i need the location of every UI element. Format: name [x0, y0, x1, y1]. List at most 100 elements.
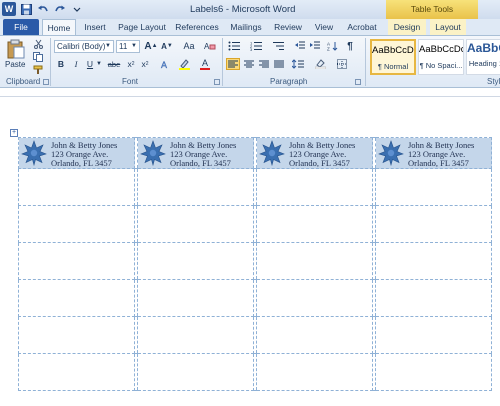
tab-acrobat[interactable]: Acrobat [344, 19, 380, 35]
document-area[interactable]: + John & Betty Jones 123 Orange Ave. Orl… [0, 88, 500, 406]
align-left-icon[interactable] [226, 58, 240, 70]
label-cell[interactable] [18, 353, 135, 391]
line-spacing-icon[interactable] [290, 58, 306, 70]
label-cell[interactable] [137, 205, 254, 243]
label-cell[interactable]: John & Betty Jones 123 Orange Ave. Orlan… [256, 137, 373, 169]
increase-indent-icon[interactable] [309, 40, 321, 52]
bold-button[interactable]: B [55, 58, 67, 70]
shrink-font-button[interactable]: A ▼ [160, 40, 174, 52]
label-cell[interactable] [18, 316, 135, 354]
borders-icon[interactable] [335, 58, 349, 70]
font-size-select[interactable]: 11 ▼ [116, 40, 140, 53]
change-case-button[interactable]: Aa [180, 40, 198, 52]
label-cell[interactable] [375, 242, 492, 280]
style-heading-1[interactable]: AaBbC Heading 1 [466, 39, 500, 75]
label-cell[interactable] [18, 205, 135, 243]
tab-references[interactable]: References [172, 19, 222, 35]
font-launcher-icon[interactable] [214, 79, 220, 85]
label-cell[interactable] [256, 242, 373, 280]
italic-button[interactable]: I [70, 58, 82, 70]
tab-review[interactable]: Review [272, 19, 304, 35]
tab-layout[interactable]: Layout [430, 19, 466, 35]
multilevel-list-icon[interactable] [270, 40, 286, 52]
tab-insert[interactable]: Insert [80, 19, 110, 35]
decrease-indent-icon[interactable] [294, 40, 306, 52]
align-right-icon[interactable] [257, 58, 271, 70]
label-cell[interactable] [256, 279, 373, 317]
group-divider [50, 38, 51, 86]
justify-icon[interactable] [272, 58, 286, 70]
clipboard-launcher-icon[interactable] [43, 79, 49, 85]
sort-icon[interactable]: AZ [326, 40, 338, 52]
table-row [18, 316, 492, 354]
label-cell[interactable] [256, 205, 373, 243]
subscript-button[interactable]: x2 [125, 58, 137, 70]
font-color-button[interactable]: A [198, 58, 212, 70]
tab-home[interactable]: Home [42, 19, 76, 35]
clear-formatting-icon[interactable]: A [203, 40, 217, 52]
text-effects-icon[interactable]: A [158, 58, 172, 70]
styles-group-label: Styl [487, 77, 500, 86]
cut-icon[interactable] [32, 38, 44, 50]
label-cell[interactable] [137, 242, 254, 280]
table-row [18, 168, 492, 206]
copy-icon[interactable] [32, 51, 44, 63]
label-cell[interactable] [18, 242, 135, 280]
style-no-spacing[interactable]: AaBbCcDc ¶ No Spaci... [418, 39, 464, 75]
table-move-handle-icon[interactable]: + [10, 129, 18, 137]
svg-text:3: 3 [250, 47, 253, 51]
label-cell[interactable] [18, 279, 135, 317]
tab-view[interactable]: View [310, 19, 338, 35]
tab-page-layout[interactable]: Page Layout [116, 19, 168, 35]
tab-file[interactable]: File [3, 19, 39, 35]
label-cell[interactable] [375, 279, 492, 317]
paragraph-launcher-icon[interactable] [355, 79, 361, 85]
bullets-icon[interactable] [226, 40, 242, 52]
label-cell[interactable] [137, 279, 254, 317]
label-cell[interactable] [256, 316, 373, 354]
label-cell[interactable]: John & Betty Jones 123 Orange Ave. Orlan… [18, 137, 135, 169]
label-cell[interactable] [256, 353, 373, 391]
tab-design[interactable]: Design [388, 19, 426, 35]
labels-table[interactable]: John & Betty Jones 123 Orange Ave. Orlan… [18, 137, 492, 391]
label-address: John & Betty Jones 123 Orange Ave. Orlan… [51, 141, 117, 168]
align-center-icon[interactable] [242, 58, 256, 70]
highlight-icon[interactable] [176, 58, 192, 70]
label-cell[interactable] [137, 316, 254, 354]
label-cell[interactable] [137, 353, 254, 391]
tab-mailings[interactable]: Mailings [226, 19, 266, 35]
clipboard-group-label: Clipboard [6, 77, 41, 86]
format-painter-icon[interactable] [32, 64, 44, 76]
label-cell[interactable]: John & Betty Jones 123 Orange Ave. Orlan… [137, 137, 254, 169]
underline-button[interactable]: U [84, 58, 96, 70]
paste-button[interactable]: Paste [4, 38, 28, 74]
word-app-icon[interactable]: W [2, 2, 16, 16]
label-cell[interactable] [375, 316, 492, 354]
style-normal[interactable]: AaBbCcDc ¶ Normal [370, 39, 416, 75]
star-icon [140, 140, 166, 166]
style-name: ¶ Normal [377, 62, 409, 71]
label-cell[interactable] [375, 168, 492, 206]
redo-icon[interactable] [53, 2, 67, 16]
shading-icon[interactable] [313, 58, 327, 70]
show-marks-button[interactable]: ¶ [344, 40, 356, 52]
undo-icon[interactable] [36, 2, 50, 16]
chevron-down-icon[interactable]: ▼ [96, 58, 102, 70]
label-cell[interactable] [375, 353, 492, 391]
table-row [18, 242, 492, 280]
strikethrough-button[interactable]: abe [106, 58, 122, 70]
grow-font-button[interactable]: A ▲ [144, 40, 158, 52]
font-family-select[interactable]: Calibri (Body) ▼ [54, 40, 114, 53]
numbering-icon[interactable]: 123 [248, 40, 264, 52]
label-cell[interactable]: John & Betty Jones 123 Orange Ave. Orlan… [375, 137, 492, 169]
label-cell[interactable] [137, 168, 254, 206]
superscript-button[interactable]: x2 [139, 58, 151, 70]
style-sample: AaBbCcDc [419, 44, 463, 55]
label-cell[interactable] [18, 168, 135, 206]
label-cell[interactable] [256, 168, 373, 206]
font-size-value: 11 [119, 42, 128, 51]
chevron-down-icon[interactable] [70, 2, 84, 16]
label-cell[interactable] [375, 205, 492, 243]
save-icon[interactable] [19, 2, 33, 16]
chevron-down-icon: ▼ [105, 43, 111, 49]
